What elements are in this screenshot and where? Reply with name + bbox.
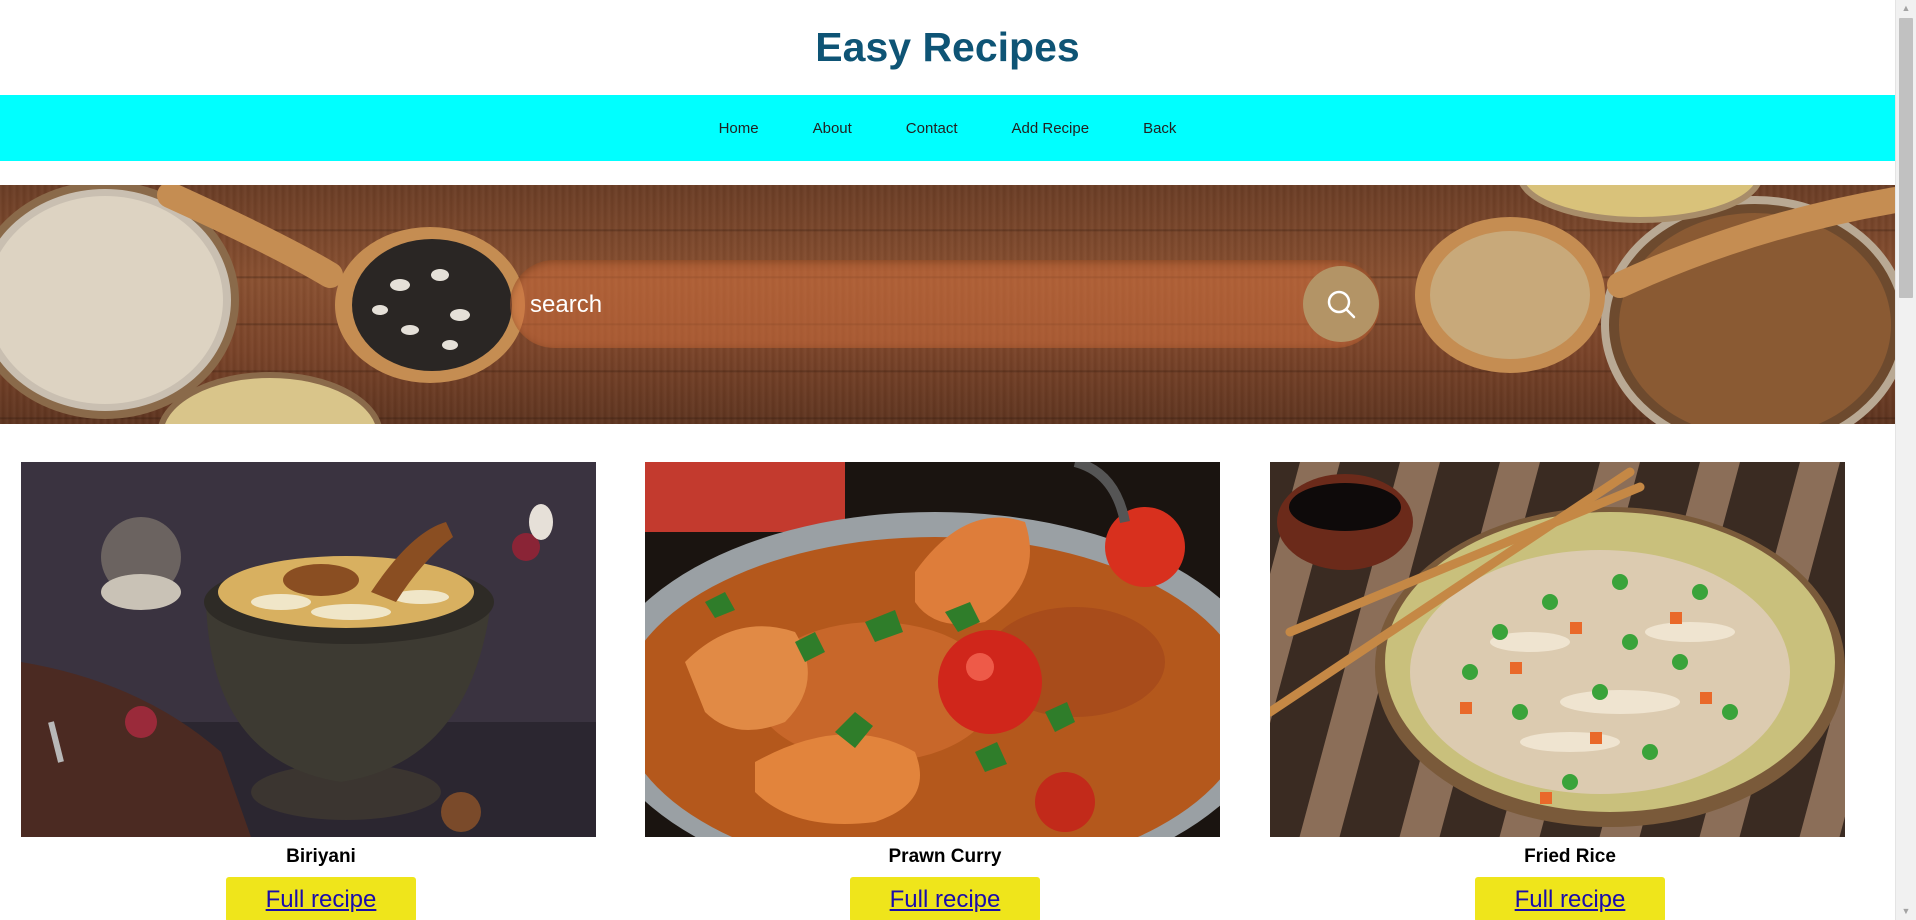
nav-add-recipe-link[interactable]: Add Recipe bbox=[1012, 120, 1090, 137]
page: Easy Recipes Home About Contact Add Reci… bbox=[0, 0, 1895, 920]
page-scrollbar[interactable]: ▲ ▼ bbox=[1895, 0, 1916, 920]
recipe-card: Fried Rice Full recipe bbox=[1270, 462, 1845, 920]
recipe-card: Prawn Curry Full recipe bbox=[645, 462, 1220, 920]
full-recipe-button[interactable]: Full recipe bbox=[850, 877, 1040, 920]
scrollbar-thumb[interactable] bbox=[1899, 18, 1913, 298]
recipe-image[interactable] bbox=[21, 462, 596, 837]
search-input[interactable] bbox=[528, 284, 1272, 326]
recipe-title: Biriyani bbox=[286, 846, 356, 867]
search-button[interactable] bbox=[1303, 266, 1379, 342]
full-recipe-button[interactable]: Full recipe bbox=[1475, 877, 1665, 920]
nav-home-link[interactable]: Home bbox=[719, 120, 759, 137]
scroll-down-arrow-icon[interactable]: ▼ bbox=[1896, 903, 1916, 920]
nav-contact-link[interactable]: Contact bbox=[906, 120, 958, 137]
recipe-image[interactable] bbox=[1270, 462, 1845, 837]
nav-back-link[interactable]: Back bbox=[1143, 120, 1176, 137]
search-icon bbox=[1327, 290, 1356, 319]
main-nav: Home About Contact Add Recipe Back bbox=[0, 95, 1895, 161]
recipe-title: Fried Rice bbox=[1524, 846, 1616, 867]
scroll-up-arrow-icon[interactable]: ▲ bbox=[1896, 0, 1916, 17]
full-recipe-button[interactable]: Full recipe bbox=[226, 877, 416, 920]
search-box bbox=[510, 260, 1380, 348]
site-title: Easy Recipes bbox=[815, 24, 1080, 70]
recipe-card: Biriyani Full recipe bbox=[21, 462, 596, 920]
recipe-title: Prawn Curry bbox=[888, 846, 1002, 867]
recipe-image[interactable] bbox=[645, 462, 1220, 837]
nav-about-link[interactable]: About bbox=[813, 120, 852, 137]
hero-banner bbox=[0, 185, 1895, 424]
